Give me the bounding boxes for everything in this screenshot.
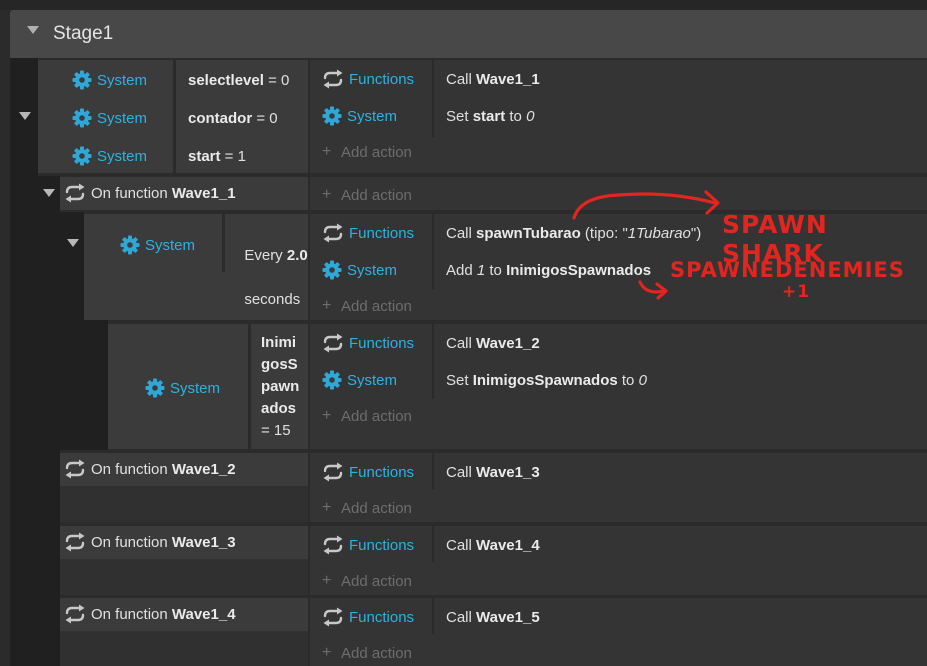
add-action-button[interactable]: + Add action bbox=[322, 570, 412, 592]
block-expand-arrow-icon[interactable] bbox=[43, 189, 55, 197]
block-expand-arrow-icon[interactable] bbox=[19, 112, 31, 120]
add-action-button[interactable]: + Add action bbox=[322, 295, 412, 317]
action-text[interactable]: Call Wave1_1 bbox=[446, 68, 540, 90]
action-object[interactable]: Functions bbox=[322, 68, 414, 90]
add-action-button[interactable]: + Add action bbox=[322, 497, 412, 519]
tree-gutter-sub2 bbox=[84, 320, 108, 450]
editor-top-strip bbox=[0, 0, 927, 10]
on-function-condition[interactable]: On function Wave1_4 bbox=[64, 603, 236, 625]
functions-loop-icon bbox=[322, 333, 344, 353]
system-gear-icon bbox=[72, 70, 92, 90]
action-object[interactable]: System bbox=[322, 369, 397, 391]
variable-compare-expression[interactable]: Inimi gosS pawn ados = 15 bbox=[261, 332, 299, 442]
plus-icon: + bbox=[322, 407, 332, 424]
action-object[interactable]: Functions bbox=[322, 332, 414, 354]
action-divider bbox=[432, 214, 434, 289]
system-gear-icon bbox=[322, 260, 342, 280]
plus-icon: + bbox=[322, 297, 332, 314]
condition-row[interactable]: System bbox=[72, 145, 147, 167]
on-function-condition[interactable]: On function Wave1_2 bbox=[64, 458, 236, 480]
functions-loop-icon bbox=[322, 223, 344, 243]
condition-empty-area bbox=[60, 631, 308, 666]
block-expand-arrow-icon[interactable] bbox=[67, 239, 79, 247]
action-object[interactable]: Functions bbox=[322, 461, 414, 483]
add-action-button[interactable]: + Add action bbox=[322, 184, 412, 206]
action-object[interactable]: Functions bbox=[322, 606, 414, 628]
condition-row[interactable]: System bbox=[72, 69, 147, 91]
group-header-stage1[interactable]: Stage1 bbox=[10, 10, 927, 58]
functions-loop-icon bbox=[64, 604, 86, 624]
annotation-arrow-shark bbox=[572, 192, 717, 220]
plus-icon: + bbox=[322, 644, 332, 661]
functions-loop-icon bbox=[322, 69, 344, 89]
system-gear-icon bbox=[72, 146, 92, 166]
action-text[interactable]: Call Wave1_4 bbox=[446, 534, 540, 556]
action-text[interactable]: Call Wave1_3 bbox=[446, 461, 540, 483]
tree-gutter bbox=[10, 58, 38, 666]
action-divider bbox=[432, 60, 434, 137]
add-action-button[interactable]: + Add action bbox=[322, 405, 412, 427]
condition-empty-area bbox=[60, 559, 308, 595]
add-action-button[interactable]: + Add action bbox=[322, 642, 412, 664]
condition-row[interactable]: System bbox=[145, 377, 220, 399]
condition-row[interactable]: System bbox=[120, 234, 195, 256]
action-text[interactable]: Call Wave1_2 bbox=[446, 332, 540, 354]
add-action-button[interactable]: + Add action bbox=[322, 141, 412, 163]
system-gear-icon bbox=[322, 370, 342, 390]
functions-loop-icon bbox=[64, 532, 86, 552]
action-divider bbox=[432, 598, 434, 634]
system-gear-icon bbox=[72, 108, 92, 128]
action-text[interactable]: Call Wave1_5 bbox=[446, 606, 540, 628]
action-object[interactable]: Functions bbox=[322, 534, 414, 556]
plus-icon: + bbox=[322, 499, 332, 516]
condition-object: System bbox=[97, 147, 148, 165]
annotation-spawned-enemies: SPAWNEDENEMIES bbox=[670, 258, 905, 282]
action-text[interactable]: Set start to 0 bbox=[446, 105, 534, 127]
tree-gutter-sub bbox=[60, 212, 84, 450]
system-gear-icon bbox=[120, 235, 140, 255]
action-divider bbox=[432, 453, 434, 489]
action-object[interactable]: Functions bbox=[322, 222, 414, 244]
condition-expression[interactable]: selectlevel = 0 bbox=[188, 69, 289, 91]
action-text[interactable]: Set InimigosSpawnados to 0 bbox=[446, 369, 647, 391]
condition-row[interactable]: System bbox=[72, 107, 147, 129]
group-title: Stage1 bbox=[53, 23, 114, 44]
system-gear-icon bbox=[322, 106, 342, 126]
condition-object: System bbox=[97, 109, 148, 127]
condition-expression[interactable]: contador = 0 bbox=[188, 107, 278, 129]
group-collapse-arrow-icon[interactable] bbox=[27, 26, 39, 34]
plus-icon: + bbox=[322, 186, 332, 203]
functions-loop-icon bbox=[322, 535, 344, 555]
condition-divider bbox=[173, 60, 176, 173]
condition-empty-area bbox=[60, 486, 308, 522]
functions-loop-icon bbox=[64, 183, 86, 203]
functions-loop-icon bbox=[64, 459, 86, 479]
annotation-plus-one: +1 bbox=[782, 282, 811, 302]
condition-expression[interactable]: start = 1 bbox=[188, 145, 246, 167]
on-function-condition[interactable]: On function Wave1_3 bbox=[64, 531, 236, 553]
functions-loop-icon bbox=[322, 607, 344, 627]
on-function-condition[interactable]: On function Wave1_1 bbox=[64, 182, 236, 204]
plus-icon: + bbox=[322, 572, 332, 589]
system-gear-icon bbox=[145, 378, 165, 398]
functions-loop-icon bbox=[322, 462, 344, 482]
plus-icon: + bbox=[322, 143, 332, 160]
action-divider bbox=[432, 526, 434, 562]
action-divider bbox=[432, 324, 434, 399]
action-object[interactable]: System bbox=[322, 105, 397, 127]
condition-object: System bbox=[97, 71, 148, 89]
tree-gutter-inner bbox=[38, 176, 60, 666]
action-object[interactable]: System bbox=[322, 259, 397, 281]
condition-divider bbox=[248, 324, 251, 449]
every-seconds-expression[interactable]: Every 2.0 seconds bbox=[236, 223, 307, 311]
condition-divider bbox=[222, 214, 225, 272]
